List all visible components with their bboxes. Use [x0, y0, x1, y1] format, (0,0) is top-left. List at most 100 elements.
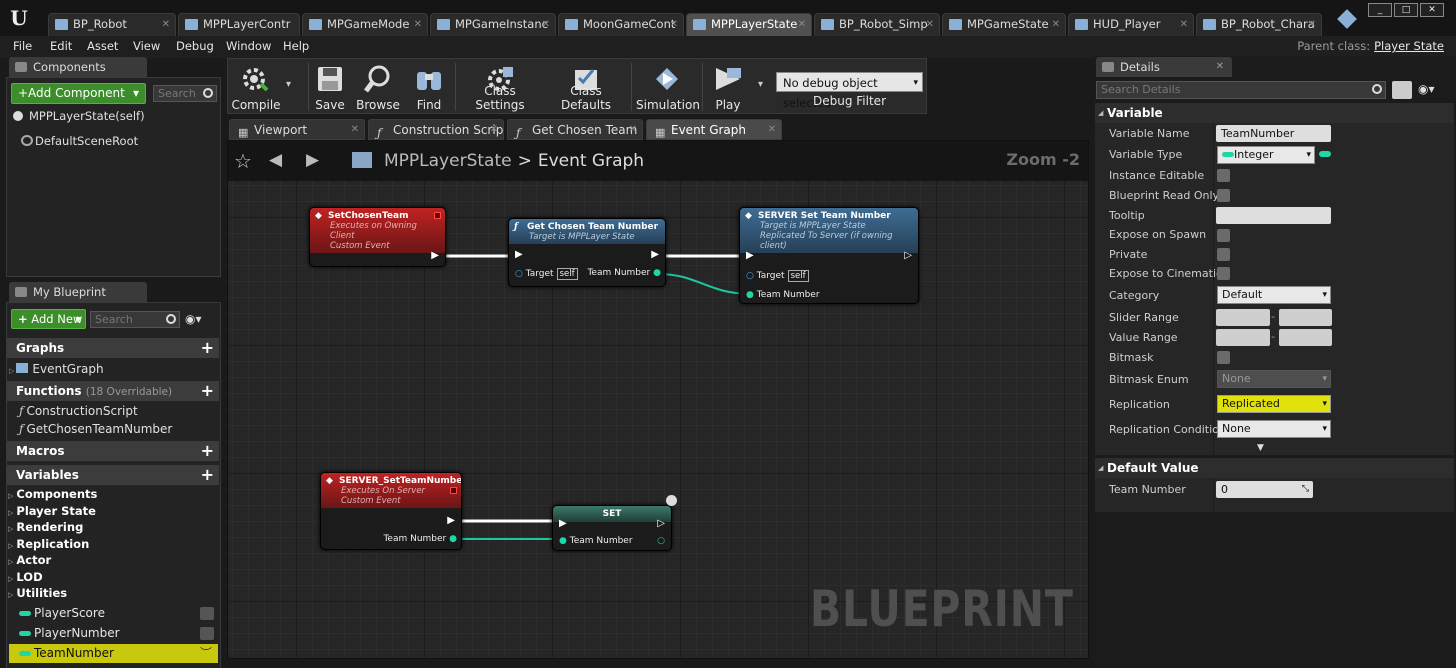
property-matrix-icon[interactable]: [1392, 81, 1412, 99]
close-icon[interactable]: ✕: [1052, 14, 1060, 35]
tab-bp-robot-character[interactable]: BP_Robot_Chara ✕: [1196, 13, 1322, 36]
my-blueprint-tab[interactable]: My Blueprint: [9, 282, 147, 302]
menu-file[interactable]: File: [13, 39, 32, 53]
delegate-pin-icon[interactable]: [434, 212, 441, 219]
unreal-logo-icon[interactable]: U: [6, 4, 32, 32]
event-graph-item[interactable]: ▷ EventGraph: [9, 362, 104, 376]
replication-select[interactable]: Replicated ▾: [1217, 395, 1331, 413]
category-rendering[interactable]: Rendering: [8, 520, 83, 534]
tab-mpgameinstance[interactable]: MPGameInstanc ✕: [430, 13, 556, 36]
default-value-section-header[interactable]: Default Value: [1095, 458, 1454, 478]
variable-name-field[interactable]: TeamNumber: [1216, 125, 1331, 142]
component-self[interactable]: MPPLayerState(self): [13, 109, 145, 123]
class-settings-button[interactable]: Class Settings: [460, 59, 540, 115]
details-search-input[interactable]: Search Details: [1096, 81, 1386, 99]
exec-out-pin-icon[interactable]: ▷: [904, 250, 912, 261]
replication-condition-select[interactable]: None ▾: [1217, 420, 1331, 438]
category-utilities[interactable]: Utilities: [8, 586, 67, 600]
category-select[interactable]: Default ▾: [1217, 286, 1331, 304]
close-icon[interactable]: ✕: [798, 14, 806, 35]
exec-in-pin-icon[interactable]: ▶: [746, 250, 754, 261]
exec-out-pin-icon[interactable]: ▶: [431, 250, 439, 261]
category-actor[interactable]: Actor: [8, 553, 51, 567]
slider-range-min-field[interactable]: [1216, 309, 1270, 326]
variable-player-number[interactable]: PlayerNumber: [9, 624, 218, 643]
details-tab[interactable]: Details ✕: [1096, 57, 1232, 77]
menu-help[interactable]: Help: [283, 39, 309, 53]
container-type-icon[interactable]: [1319, 151, 1331, 157]
tab-get-chosen-team[interactable]: ƒ Get Chosen Team I ✕: [507, 119, 643, 140]
add-function-button[interactable]: +: [201, 381, 214, 401]
maximize-icon[interactable]: □: [1394, 3, 1418, 17]
bitmask-enum-select[interactable]: None ▾: [1217, 370, 1331, 388]
private-checkbox[interactable]: [1217, 248, 1230, 261]
tab-mpplayercontroller[interactable]: MPPLayerContr: [178, 13, 300, 36]
tooltip-field[interactable]: [1216, 207, 1331, 224]
save-button[interactable]: Save: [312, 59, 348, 115]
add-macro-button[interactable]: +: [201, 441, 214, 461]
tab-bp-robot-simple[interactable]: BP_Robot_Simp ✕: [814, 13, 940, 36]
close-icon[interactable]: ✕: [1216, 57, 1224, 77]
function-item[interactable]: ƒ GetChosenTeamNumber: [19, 422, 172, 436]
close-icon[interactable]: ✕: [351, 120, 359, 139]
play-button[interactable]: Play: [706, 59, 750, 115]
functions-section-header[interactable]: Functions (18 Overridable) +: [7, 381, 219, 401]
variable-player-score[interactable]: PlayerScore: [9, 604, 218, 623]
simulation-button[interactable]: Simulation: [636, 59, 700, 115]
team-number-in-pin[interactable]: ● Team Number: [746, 290, 820, 300]
category-replication[interactable]: Replication: [8, 537, 89, 551]
components-search-input[interactable]: Search: [153, 85, 217, 102]
integer-out-pin-icon[interactable]: ○: [657, 536, 665, 546]
macros-section-header[interactable]: Macros +: [7, 441, 219, 461]
node-server-set-team-number[interactable]: ◆ SERVER Set Team Number Target is MPPLay…: [739, 207, 919, 304]
tab-moongamecontroller[interactable]: MoonGameCont ✕: [558, 13, 684, 36]
component-default-scene-root[interactable]: DefaultSceneRoot: [21, 134, 138, 148]
add-component-button[interactable]: +Add Component ▾: [11, 83, 146, 104]
close-icon[interactable]: ✕: [490, 120, 498, 139]
variable-section-header[interactable]: Variable: [1095, 103, 1454, 123]
tab-mpplayerstate[interactable]: MPPLayerState ✕: [686, 13, 812, 36]
team-number-out-pin[interactable]: Team Number ●: [383, 534, 457, 544]
tab-viewport[interactable]: ▦ Viewport ✕: [229, 119, 365, 140]
close-icon[interactable]: ✕: [926, 14, 934, 35]
function-item[interactable]: ƒ ConstructionScript: [19, 404, 138, 418]
exec-in-pin-icon[interactable]: ▶: [559, 518, 567, 529]
add-graph-button[interactable]: +: [201, 338, 214, 358]
menu-view[interactable]: View: [133, 39, 160, 53]
category-components[interactable]: Components: [8, 487, 97, 501]
menu-asset[interactable]: Asset: [87, 39, 118, 53]
class-defaults-button[interactable]: Class Defaults: [546, 59, 626, 115]
slider-range-max-field[interactable]: [1279, 309, 1332, 326]
blueprint-read-only-checkbox[interactable]: [1217, 189, 1230, 202]
expose-to-cinematics-checkbox[interactable]: [1217, 267, 1230, 280]
visibility-eye-icon[interactable]: [200, 627, 214, 640]
exec-in-pin-icon[interactable]: ▶: [515, 249, 523, 260]
close-icon[interactable]: ✕: [1308, 14, 1316, 35]
tab-hud-player[interactable]: HUD_Player ✕: [1068, 13, 1194, 36]
tab-bp-robot[interactable]: BP_Robot ✕: [48, 13, 176, 36]
expand-arrow-icon[interactable]: ▷: [9, 367, 14, 375]
tab-event-graph[interactable]: ▦ Event Graph ✕: [646, 119, 782, 140]
team-number-out-pin[interactable]: Team Number ●: [587, 268, 661, 278]
browse-button[interactable]: Browse: [356, 59, 400, 115]
node-get-chosen-team-number[interactable]: ƒ Get Chosen Team Number Target is MPPLay…: [508, 218, 666, 287]
value-range-max-field[interactable]: [1279, 329, 1332, 346]
visibility-eye-icon[interactable]: [200, 607, 214, 620]
node-set-team-number[interactable]: SET ▶ ▷ ● Team Number ○: [552, 505, 672, 551]
close-icon[interactable]: ✕: [162, 14, 170, 35]
bitmask-checkbox[interactable]: [1217, 351, 1230, 364]
tab-construction-script[interactable]: ƒ Construction Scrip ✕: [368, 119, 504, 140]
default-team-number-field[interactable]: 0 ⤡: [1216, 481, 1313, 498]
instance-editable-checkbox[interactable]: [1217, 169, 1230, 182]
close-icon[interactable]: ✕: [542, 14, 550, 35]
close-icon[interactable]: ✕: [414, 14, 422, 35]
close-window-icon[interactable]: ✕: [1420, 3, 1444, 17]
menu-edit[interactable]: Edit: [50, 39, 72, 53]
category-player-state[interactable]: Player State: [8, 504, 96, 518]
tab-mpgamemode[interactable]: MPGameMode ✕: [302, 13, 428, 36]
components-tab[interactable]: Components: [9, 57, 147, 77]
advanced-expand-icon[interactable]: ▼: [1257, 443, 1264, 453]
event-graph-canvas[interactable]: ☆ ◀ ▶ MPPLayerState > Event Graph Zoom -2 …: [227, 140, 1089, 659]
debug-object-select[interactable]: No debug object selected ▾: [776, 72, 923, 110]
parent-class-link[interactable]: Player State: [1374, 39, 1444, 53]
